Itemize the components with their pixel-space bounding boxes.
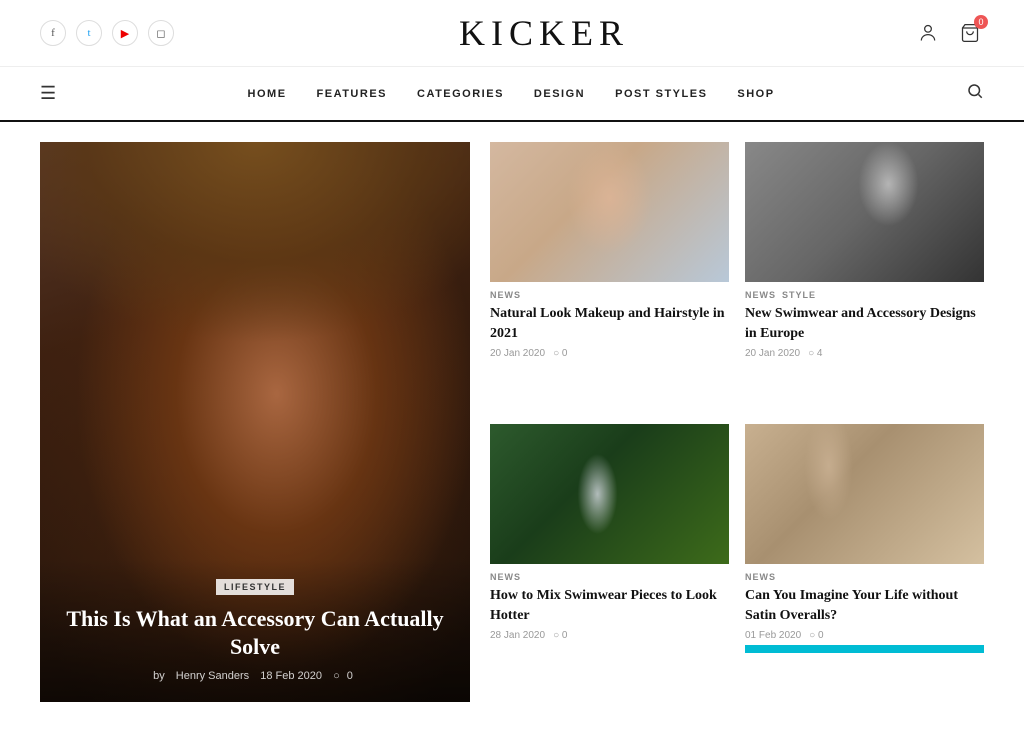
main-content: LIFESTYLE This Is What an Accessory Can … <box>0 142 1024 702</box>
article-card-satin[interactable]: NEWS Can You Imagine Your Life without S… <box>745 424 984 702</box>
youtube-icon[interactable]: ▶ <box>112 20 138 46</box>
article-grid: NEWS Natural Look Makeup and Hairstyle i… <box>470 142 984 702</box>
article-title: Natural Look Makeup and Hairstyle in 202… <box>490 304 729 343</box>
nav-shop[interactable]: SHOP <box>737 70 774 118</box>
article-date: 20 Jan 2020 <box>490 348 545 359</box>
cart-icon[interactable]: 0 <box>956 19 984 47</box>
featured-title: This Is What an Accessory Can Actually S… <box>60 605 450 662</box>
article-image-makeup <box>490 142 729 282</box>
article-tag-style: STYLE <box>782 290 816 300</box>
facebook-icon[interactable]: f <box>40 20 66 46</box>
nav-home[interactable]: HOME <box>248 70 287 118</box>
teal-accent-bar <box>745 645 984 653</box>
featured-meta: by Henry Sanders 18 Feb 2020 ○ 0 <box>60 670 450 682</box>
article-image-satin <box>745 424 984 564</box>
article-tag: NEWS <box>490 290 521 300</box>
twitter-icon[interactable]: t <box>76 20 102 46</box>
instagram-icon[interactable]: ◻ <box>148 20 174 46</box>
article-tags: NEWS <box>490 572 729 582</box>
hamburger-menu[interactable]: ☰ <box>40 67 56 120</box>
article-tags: NEWS <box>490 290 729 300</box>
user-icon[interactable] <box>914 19 942 47</box>
nav-categories[interactable]: CATEGORIES <box>417 70 504 118</box>
article-card-swimwear-bw[interactable]: NEWS STYLE New Swimwear and Accessory De… <box>745 142 984 408</box>
nav-features[interactable]: FEATURES <box>317 70 387 118</box>
article-image-swimwear-bw <box>745 142 984 282</box>
article-meta: 20 Jan 2020 ○ 4 <box>745 348 984 359</box>
article-tag: NEWS <box>490 572 521 582</box>
featured-date: 18 Feb 2020 <box>260 670 322 682</box>
article-comments: ○ 4 <box>808 348 822 359</box>
top-right-actions: 0 <box>914 19 984 47</box>
article-date: 28 Jan 2020 <box>490 630 545 641</box>
nav-post-styles[interactable]: POST STYLES <box>615 70 707 118</box>
nav-bar: ☰ HOME FEATURES CATEGORIES DESIGN POST S… <box>0 67 1024 122</box>
article-image-tropical <box>490 424 729 564</box>
article-title: New Swimwear and Accessory Designs in Eu… <box>745 304 984 343</box>
featured-article[interactable]: LIFESTYLE This Is What an Accessory Can … <box>40 142 470 702</box>
article-date: 20 Jan 2020 <box>745 348 800 359</box>
featured-author: Henry Sanders <box>176 670 249 682</box>
featured-overlay: LIFESTYLE This Is What an Accessory Can … <box>40 559 470 702</box>
featured-by: by <box>153 670 165 682</box>
site-logo[interactable]: KICKER <box>459 12 629 54</box>
featured-comments: ○ 0 <box>333 670 357 682</box>
article-card-makeup[interactable]: NEWS Natural Look Makeup and Hairstyle i… <box>490 142 729 408</box>
article-card-tropical[interactable]: NEWS How to Mix Swimwear Pieces to Look … <box>490 424 729 702</box>
article-comments: ○ 0 <box>809 630 823 641</box>
article-comments: ○ 0 <box>553 630 567 641</box>
article-tags: NEWS STYLE <box>745 290 984 300</box>
article-tag: NEWS <box>745 572 776 582</box>
article-meta: 01 Feb 2020 ○ 0 <box>745 630 984 641</box>
article-tags: NEWS <box>745 572 984 582</box>
top-bar: f t ▶ ◻ KICKER 0 <box>0 0 1024 67</box>
article-meta: 20 Jan 2020 ○ 0 <box>490 348 729 359</box>
nav-design[interactable]: DESIGN <box>534 70 585 118</box>
social-icons: f t ▶ ◻ <box>40 20 174 46</box>
search-icon[interactable] <box>966 82 984 105</box>
article-title: How to Mix Swimwear Pieces to Look Hotte… <box>490 586 729 625</box>
article-title: Can You Imagine Your Life without Satin … <box>745 586 984 625</box>
article-comments: ○ 0 <box>553 348 567 359</box>
cart-badge: 0 <box>974 15 988 29</box>
featured-category: LIFESTYLE <box>216 579 294 595</box>
article-tag-news: NEWS <box>745 290 776 300</box>
article-meta: 28 Jan 2020 ○ 0 <box>490 630 729 641</box>
nav-links: HOME FEATURES CATEGORIES DESIGN POST STY… <box>248 70 775 118</box>
article-date: 01 Feb 2020 <box>745 630 801 641</box>
